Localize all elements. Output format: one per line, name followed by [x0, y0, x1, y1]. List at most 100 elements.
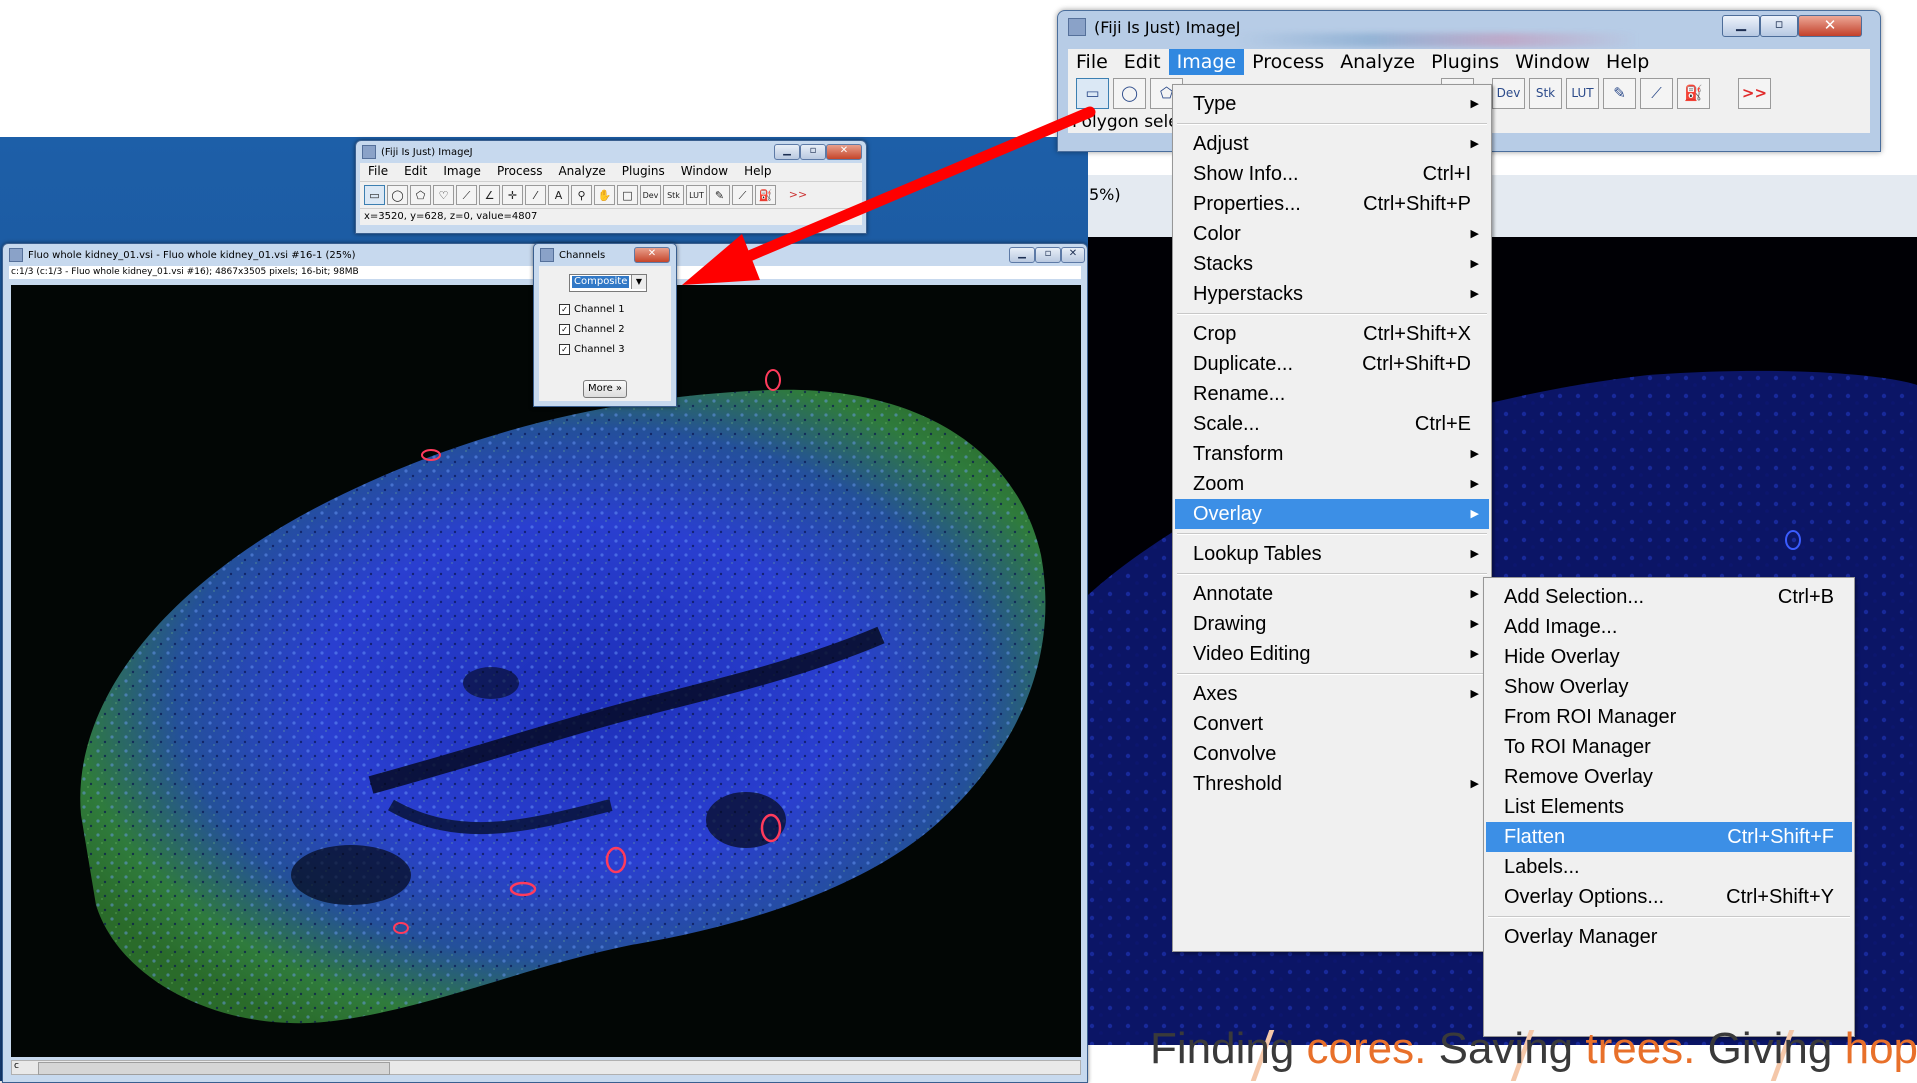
brush-tool-icon[interactable]: ⟋ [1640, 77, 1673, 109]
menu-window[interactable]: Window [1507, 49, 1598, 75]
menu-plugins[interactable]: Plugins [1423, 49, 1507, 75]
menu-window[interactable]: Window [673, 163, 736, 181]
display-mode-select[interactable]: Composite ▼ [569, 274, 647, 292]
lut-tool-icon[interactable]: LUT [1566, 77, 1599, 109]
menu-item-add-selection[interactable]: Add Selection... Ctrl+B [1486, 582, 1852, 612]
freehand-tool-icon[interactable]: ♡ [433, 185, 454, 205]
menu-item-adjust[interactable]: Adjust ▶ [1175, 129, 1489, 159]
chevron-down-icon[interactable]: ▼ [631, 275, 646, 289]
menu-item-list-elements[interactable]: List Elements [1486, 792, 1852, 822]
brush-tool-icon[interactable]: ⟋ [732, 185, 753, 205]
scroll-thumb[interactable] [38, 1062, 390, 1075]
flood-fill-icon[interactable]: ⛽ [755, 185, 776, 205]
menu-item-add-image[interactable]: Add Image... [1486, 612, 1852, 642]
menu-process[interactable]: Process [489, 163, 551, 181]
maximize-button[interactable]: ▫ [1760, 15, 1798, 37]
menu-item-zoom[interactable]: Zoom ▶ [1175, 469, 1489, 499]
menu-item-flatten[interactable]: Flatten Ctrl+Shift+F [1486, 822, 1852, 852]
menu-item-crop[interactable]: Crop Ctrl+Shift+X [1175, 319, 1489, 349]
horizontal-scrollbar[interactable]: c [11, 1060, 1081, 1075]
close-button[interactable]: ✕ [1798, 15, 1862, 37]
menu-help[interactable]: Help [736, 163, 779, 181]
minimize-button[interactable]: ▁ [774, 144, 800, 160]
magnifier-tool-icon[interactable]: ⚲ [571, 185, 592, 205]
menu-item-remove-overlay[interactable]: Remove Overlay [1486, 762, 1852, 792]
menu-analyze[interactable]: Analyze [1332, 49, 1423, 75]
menu-item-lookup-tables[interactable]: Lookup Tables ▶ [1175, 539, 1489, 569]
menu-edit[interactable]: Edit [1116, 49, 1169, 75]
menu-process[interactable]: Process [1244, 49, 1332, 75]
channel-2-checkbox[interactable]: ✓ Channel 2 [559, 324, 625, 335]
menu-item-color[interactable]: Color ▶ [1175, 219, 1489, 249]
angle-tool-icon[interactable]: ∠ [479, 185, 500, 205]
menu-item-annotate[interactable]: Annotate ▶ [1175, 579, 1489, 609]
pencil-tool-icon[interactable]: ✎ [709, 185, 730, 205]
line-tool-icon[interactable]: ⟋ [456, 185, 477, 205]
menu-help[interactable]: Help [1598, 49, 1657, 75]
menu-image[interactable]: Image [435, 163, 489, 181]
menu-item-overlay-manager[interactable]: Overlay Manager [1486, 922, 1852, 952]
menu-item-from-roi-manager[interactable]: From ROI Manager [1486, 702, 1852, 732]
menu-item-hide-overlay[interactable]: Hide Overlay [1486, 642, 1852, 672]
maximize-button[interactable]: ▫ [800, 144, 826, 160]
menu-image[interactable]: Image [1168, 49, 1245, 75]
menu-item-axes[interactable]: Axes ▶ [1175, 679, 1489, 709]
menu-item-hyperstacks[interactable]: Hyperstacks ▶ [1175, 279, 1489, 309]
menu-item-stacks[interactable]: Stacks ▶ [1175, 249, 1489, 279]
menu-item-labels[interactable]: Labels... [1486, 852, 1852, 882]
minimize-button[interactable]: ▁ [1722, 15, 1760, 37]
overflow-icon[interactable]: >> [778, 185, 818, 205]
menu-item-video-editing[interactable]: Video Editing ▶ [1175, 639, 1489, 669]
point-tool-icon[interactable]: ✛ [502, 185, 523, 205]
oval-tool-icon[interactable]: ◯ [387, 185, 408, 205]
dev-tool-icon[interactable]: Dev [1492, 77, 1525, 109]
stk-tool-icon[interactable]: Stk [663, 185, 684, 205]
minimize-button[interactable]: ▁ [1009, 247, 1035, 263]
channel-1-checkbox[interactable]: ✓ Channel 1 [559, 304, 625, 315]
dev-tool-icon[interactable]: Dev [640, 185, 661, 205]
menu-analyze[interactable]: Analyze [550, 163, 613, 181]
menu-edit[interactable]: Edit [396, 163, 435, 181]
menu-item-label: Threshold [1193, 773, 1282, 795]
polygon-tool-icon[interactable]: ⬠ [410, 185, 431, 205]
hand-tool-icon[interactable]: ✋ [594, 185, 615, 205]
menu-item-threshold[interactable]: Threshold ▶ [1175, 769, 1489, 799]
rectangle-tool-icon[interactable]: ▭ [364, 185, 385, 205]
flood-fill-icon[interactable]: ⛽ [1677, 77, 1710, 109]
menu-item-convolve[interactable]: Convolve [1175, 739, 1489, 769]
menu-item-drawing[interactable]: Drawing ▶ [1175, 609, 1489, 639]
rectangle-tool-icon[interactable]: ▭ [1076, 77, 1109, 109]
lut-tool-icon[interactable]: LUT [686, 185, 707, 205]
text-tool-icon[interactable]: A [548, 185, 569, 205]
menu-file[interactable]: File [1068, 49, 1116, 75]
menu-item-transform[interactable]: Transform ▶ [1175, 439, 1489, 469]
checkbox-icon[interactable]: ✓ [559, 324, 570, 335]
wand-tool-icon[interactable]: ⁄ [525, 185, 546, 205]
close-button[interactable]: ✕ [634, 247, 670, 263]
close-button[interactable]: ✕ [1061, 247, 1085, 263]
maximize-button[interactable]: ▫ [1035, 247, 1061, 263]
menu-item-convert[interactable]: Convert [1175, 709, 1489, 739]
menu-item-duplicate[interactable]: Duplicate... Ctrl+Shift+D [1175, 349, 1489, 379]
checkbox-icon[interactable]: ✓ [559, 304, 570, 315]
menu-item-type[interactable]: Type ▶ [1175, 89, 1489, 119]
menu-item-scale[interactable]: Scale... Ctrl+E [1175, 409, 1489, 439]
close-button[interactable]: ✕ [826, 144, 862, 160]
more-button[interactable]: More » [583, 380, 627, 398]
channel-3-checkbox[interactable]: ✓ Channel 3 [559, 344, 625, 355]
stk-tool-icon[interactable]: Stk [1529, 77, 1562, 109]
oval-tool-icon[interactable]: ◯ [1113, 77, 1146, 109]
pencil-tool-icon[interactable]: ✎ [1603, 77, 1636, 109]
menu-file[interactable]: File [360, 163, 396, 181]
menu-item-rename[interactable]: Rename... [1175, 379, 1489, 409]
color-picker-icon[interactable]: □ [617, 185, 638, 205]
menu-plugins[interactable]: Plugins [614, 163, 673, 181]
checkbox-icon[interactable]: ✓ [559, 344, 570, 355]
menu-item-overlay-options[interactable]: Overlay Options... Ctrl+Shift+Y [1486, 882, 1852, 912]
menu-item-show-overlay[interactable]: Show Overlay [1486, 672, 1852, 702]
menu-item-to-roi-manager[interactable]: To ROI Manager [1486, 732, 1852, 762]
menu-item-properties[interactable]: Properties... Ctrl+Shift+P [1175, 189, 1489, 219]
menu-item-overlay[interactable]: Overlay ▶ [1175, 499, 1489, 529]
overflow-icon[interactable]: >> [1738, 77, 1771, 109]
menu-item-show-info[interactable]: Show Info... Ctrl+I [1175, 159, 1489, 189]
